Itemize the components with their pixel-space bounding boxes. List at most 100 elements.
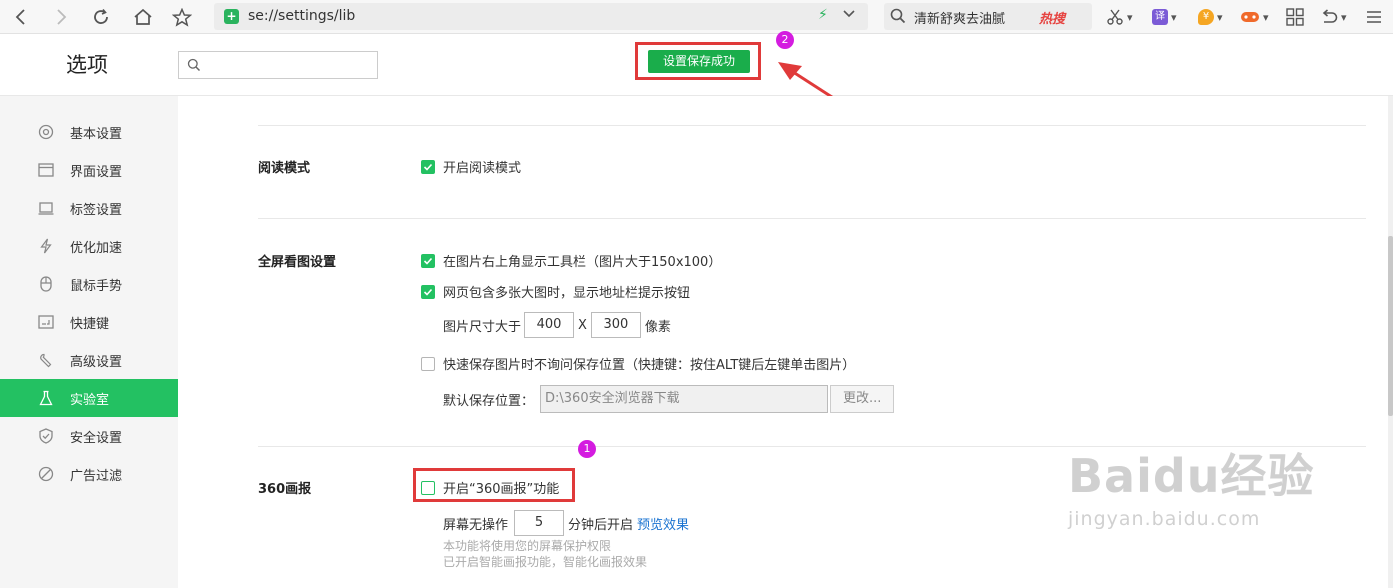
secure-shield-icon: + <box>224 9 239 24</box>
sidebar-item-label: 快捷键 <box>70 316 110 332</box>
tab-icon <box>38 200 54 216</box>
address-hint-option[interactable]: 网页包含多张大图时，显示地址栏提示按钮 <box>421 282 690 301</box>
mouse-icon <box>38 276 54 292</box>
reading-mode-option[interactable]: 开启阅读模式 <box>421 157 521 176</box>
checkbox-checked[interactable] <box>421 159 435 174</box>
reload-button[interactable] <box>88 4 114 30</box>
shield-icon <box>38 428 54 444</box>
home-icon <box>134 8 152 25</box>
idle-prefix-label: 屏幕无操作 <box>443 517 509 533</box>
change-path-button[interactable]: 更改... <box>830 385 895 413</box>
translate-button[interactable]: 译 ▾ <box>1152 6 1177 28</box>
window-icon <box>38 162 54 178</box>
checkbox-checked[interactable] <box>421 284 435 299</box>
preview-effect-link[interactable]: 预览效果 <box>637 514 689 533</box>
forward-button[interactable] <box>48 4 74 30</box>
undo-icon <box>1322 9 1338 23</box>
main-menu-button[interactable] <box>1366 6 1382 28</box>
size-separator: X <box>578 317 587 333</box>
sidebar-item-label: 基本设置 <box>70 126 123 142</box>
checkbox-unchecked[interactable] <box>421 356 435 371</box>
sidebar-item-ad-filter[interactable]: 广告过滤 <box>0 455 178 493</box>
sidebar-item-label: 安全设置 <box>70 430 123 446</box>
scissors-icon <box>1107 9 1123 25</box>
coupon-icon: ¥ <box>1198 9 1214 25</box>
hot-search-label[interactable]: 热搜 <box>1039 8 1065 27</box>
baidu-jingyan-watermark: Baidu经验 jingyan.baidu.com <box>1068 440 1315 530</box>
quick-save-option[interactable]: 快速保存图片时不询问保存位置（快捷键：按住ALT键后左键单击图片） <box>421 354 855 373</box>
search-suggestion: 清新舒爽去油腻 <box>914 12 1006 27</box>
pictorial-enable-option[interactable]: 开启“360画报”功能 <box>421 478 559 497</box>
settings-search-input[interactable] <box>178 51 378 79</box>
section-divider <box>258 218 1366 219</box>
section-title-fullscreen: 全屏看图设置 <box>258 255 337 270</box>
dropdown-caret-icon: ▾ <box>1217 10 1223 24</box>
gear-icon <box>38 124 54 140</box>
sidebar-item-advanced[interactable]: 高级设置 <box>0 341 178 379</box>
section-title-reading: 阅读模式 <box>258 161 311 176</box>
pictorial-note-permission: 本功能将使用您的屏幕保护权限 <box>443 539 612 553</box>
speed-mode-icon[interactable]: ⚡ <box>818 7 828 23</box>
translate-icon: 译 <box>1152 9 1168 25</box>
forward-arrow-icon <box>57 9 67 25</box>
back-arrow-icon <box>15 9 25 25</box>
back-button[interactable] <box>8 4 34 30</box>
dropdown-caret-icon: ▾ <box>1341 10 1347 24</box>
option-label: 快速保存图片时不询问保存位置（快捷键：按住ALT键后左键单击图片） <box>443 358 856 373</box>
sidebar-item-label: 高级设置 <box>70 354 123 370</box>
image-size-row: 图片尺寸大于 400 X 300 像素 <box>443 312 671 338</box>
sidebar-item-label: 界面设置 <box>70 164 123 180</box>
save-status-highlight: 设置保存成功 <box>635 42 761 80</box>
sidebar-item-security[interactable]: 安全设置 <box>0 417 178 455</box>
default-path-input[interactable]: D:\360安全浏览器下载 <box>540 385 829 413</box>
checkbox-checked[interactable] <box>421 253 435 268</box>
chevron-down-icon[interactable] <box>842 8 856 23</box>
sidebar-item-tabs[interactable]: 标签设置 <box>0 189 178 227</box>
image-height-input[interactable]: 300 <box>590 312 641 338</box>
scrollbar-thumb[interactable] <box>1388 236 1393 416</box>
sidebar-item-lab[interactable]: 实验室 <box>0 379 178 417</box>
block-icon <box>38 466 54 482</box>
screenshot-tool-button[interactable]: ▾ <box>1106 6 1133 28</box>
option-label: 网页包含多张大图时，显示地址栏提示按钮 <box>443 286 691 301</box>
wrench-icon <box>38 352 54 368</box>
step-marker-2: 2 <box>776 31 794 49</box>
sidebar-item-label: 优化加速 <box>70 240 123 256</box>
grid-icon <box>1286 8 1304 26</box>
checkbox-unchecked[interactable] <box>421 480 435 495</box>
pictorial-note-smart: 已开启智能画报功能，智能化画报效果 <box>443 555 648 569</box>
size-unit-label: 像素 <box>644 319 671 335</box>
sidebar-item-mouse-gesture[interactable]: 鼠标手势 <box>0 265 178 303</box>
watermark-url-text: jingyan.baidu.com <box>1068 508 1261 530</box>
default-path-label: 默认保存位置： <box>443 393 535 409</box>
keyboard-icon <box>38 314 54 330</box>
idle-minutes-input[interactable]: 5 <box>514 510 565 536</box>
coupon-button[interactable]: ¥ ▾ <box>1198 6 1223 28</box>
bolt-icon <box>38 238 54 254</box>
browser-toolbar: + se://settings/lib ⚡ 清新舒爽去油腻 热搜 ▾ 译 ▾ ¥… <box>0 0 1393 34</box>
option-label: 开启“360画报”功能 <box>443 482 560 497</box>
home-button[interactable] <box>130 4 156 30</box>
game-button[interactable]: ▾ <box>1240 6 1269 28</box>
apps-grid-button[interactable] <box>1286 6 1304 28</box>
content-scrollbar[interactable] <box>1388 96 1393 588</box>
sidebar-item-basic[interactable]: 基本设置 <box>0 113 178 151</box>
image-toolbar-option[interactable]: 在图片右上角显示工具栏（图片大于150x100） <box>421 251 721 270</box>
size-prefix-label: 图片尺寸大于 <box>443 319 522 335</box>
sidebar-item-label: 鼠标手势 <box>70 278 123 294</box>
address-bar[interactable]: + se://settings/lib ⚡ <box>214 3 868 30</box>
gamepad-icon <box>1241 12 1259 22</box>
save-status-toast: 设置保存成功 <box>648 50 750 73</box>
default-path-row: 默认保存位置： D:\360安全浏览器下载 更改... <box>443 385 895 413</box>
settings-sidebar: 基本设置 界面设置 标签设置 优化加速 鼠标手势 快捷键 高级设置 实验室 安全… <box>0 96 178 588</box>
idle-minutes-row: 屏幕无操作 5 分钟后开启 预览效果 <box>443 510 689 536</box>
sidebar-item-optimize[interactable]: 优化加速 <box>0 227 178 265</box>
sidebar-item-shortcuts[interactable]: 快捷键 <box>0 303 178 341</box>
image-width-input[interactable]: 400 <box>524 312 575 338</box>
web-search-box[interactable]: 清新舒爽去油腻 热搜 <box>884 3 1092 30</box>
favorite-button[interactable] <box>169 4 195 30</box>
sidebar-item-interface[interactable]: 界面设置 <box>0 151 178 189</box>
undo-close-button[interactable]: ▾ <box>1320 6 1347 28</box>
flask-icon <box>38 390 54 406</box>
search-icon <box>890 8 906 28</box>
